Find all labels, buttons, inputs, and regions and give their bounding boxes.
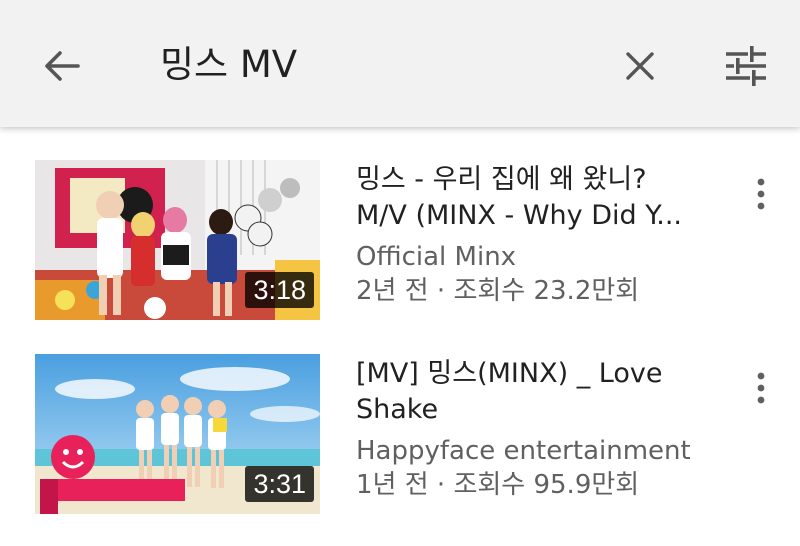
video-meta: [MV] 밍스(MINX) _ Love Shake Happyface ent… (356, 356, 736, 502)
video-title-line-2[interactable]: M/V (MINX - Why Did Y... (356, 198, 736, 234)
video-duration: 3:18 (245, 272, 314, 308)
more-options-button[interactable] (746, 368, 776, 408)
video-thumbnail[interactable]: 3:31 (35, 354, 320, 514)
video-title-line-1[interactable]: [MV] 밍스(MINX) _ Love (356, 356, 736, 392)
more-vertical-icon (757, 372, 765, 404)
search-results-list: 3:18 밍스 - 우리 집에 왜 왔니? M/V (MINX - Why Di… (0, 127, 800, 546)
close-icon (626, 52, 654, 80)
channel-name[interactable]: Happyface entertainment (356, 434, 736, 468)
search-query-text[interactable]: 밍스 MV (160, 40, 297, 90)
clear-search-button[interactable] (618, 44, 662, 88)
search-bar: 밍스 MV (0, 0, 800, 127)
filter-button[interactable] (722, 44, 770, 88)
video-result-item[interactable]: 3:31 [MV] 밍스(MINX) _ Love Shake Happyfac… (0, 354, 800, 524)
back-button[interactable] (40, 44, 84, 88)
video-thumbnail[interactable]: 3:18 (35, 160, 320, 320)
video-stats: 2년 전 · 조회수 23.2만회 (356, 276, 640, 306)
video-meta: 밍스 - 우리 집에 왜 왔니? M/V (MINX - Why Did Y..… (356, 162, 736, 308)
arrow-left-icon (45, 51, 80, 81)
channel-name[interactable]: Official Minx (356, 240, 736, 274)
video-result-item[interactable]: 3:18 밍스 - 우리 집에 왜 왔니? M/V (MINX - Why Di… (0, 160, 800, 330)
more-options-button[interactable] (746, 174, 776, 214)
sliders-icon (726, 46, 766, 86)
video-duration: 3:31 (245, 466, 314, 502)
video-title-line-2[interactable]: Shake (356, 392, 736, 428)
more-vertical-icon (757, 178, 765, 210)
video-stats: 1년 전 · 조회수 95.9만회 (356, 470, 640, 500)
video-title-line-1[interactable]: 밍스 - 우리 집에 왜 왔니? (356, 162, 736, 198)
